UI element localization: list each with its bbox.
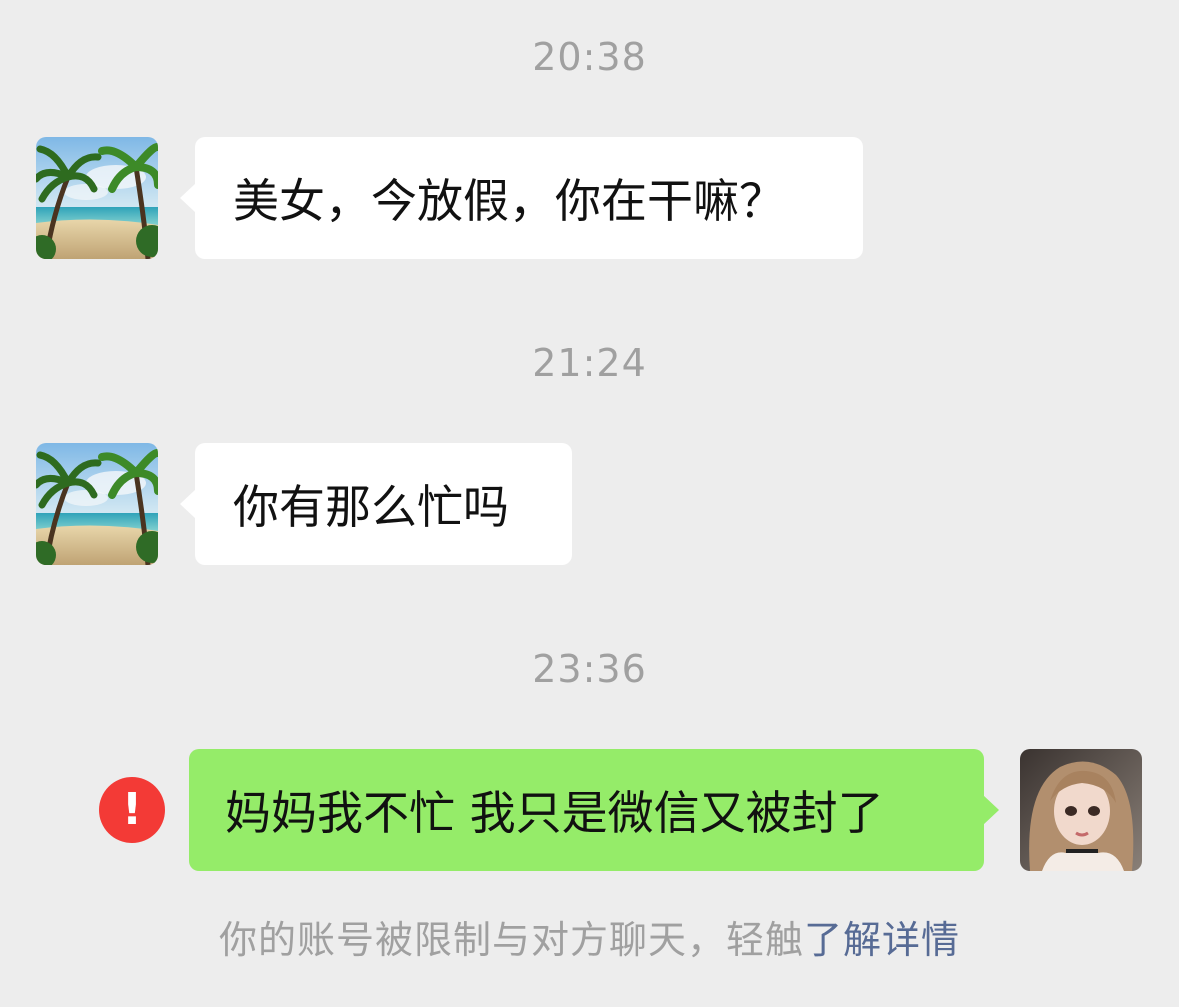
outgoing-message-bubble[interactable]: 妈妈我不忙 我只是微信又被封了: [189, 749, 999, 871]
bubble-tail: [180, 183, 196, 213]
beach-palm-avatar-image: [36, 137, 158, 259]
message-timestamp: 21:24: [532, 341, 647, 385]
incoming-message-bubble[interactable]: 你有那么忙吗: [180, 443, 572, 565]
girl-portrait-avatar-image: [1020, 749, 1142, 871]
bubble-tail: [983, 795, 999, 825]
message-timestamp: 23:36: [532, 647, 647, 691]
incoming-message-bubble[interactable]: 美女，今放假，你在干嘛？: [180, 137, 863, 259]
message-text: 妈妈我不忙 我只是微信又被封了: [225, 786, 884, 840]
message-text: 美女，今放假，你在干嘛？: [233, 174, 785, 228]
restriction-notice-text: 你的账号被限制与对方聊天，轻触: [218, 918, 804, 962]
learn-more-link[interactable]: 了解详情: [804, 918, 960, 962]
beach-palm-avatar-image: [36, 443, 158, 565]
error-exclamation-icon[interactable]: !: [99, 777, 165, 843]
contact-avatar[interactable]: [36, 137, 158, 259]
bubble-tail: [180, 489, 196, 519]
self-avatar[interactable]: [1020, 749, 1142, 871]
restriction-notice: 你的账号被限制与对方聊天，轻触了解详情: [0, 917, 1179, 963]
message-timestamp: 20:38: [532, 35, 647, 79]
message-text: 你有那么忙吗: [233, 480, 509, 534]
contact-avatar[interactable]: [36, 443, 158, 565]
